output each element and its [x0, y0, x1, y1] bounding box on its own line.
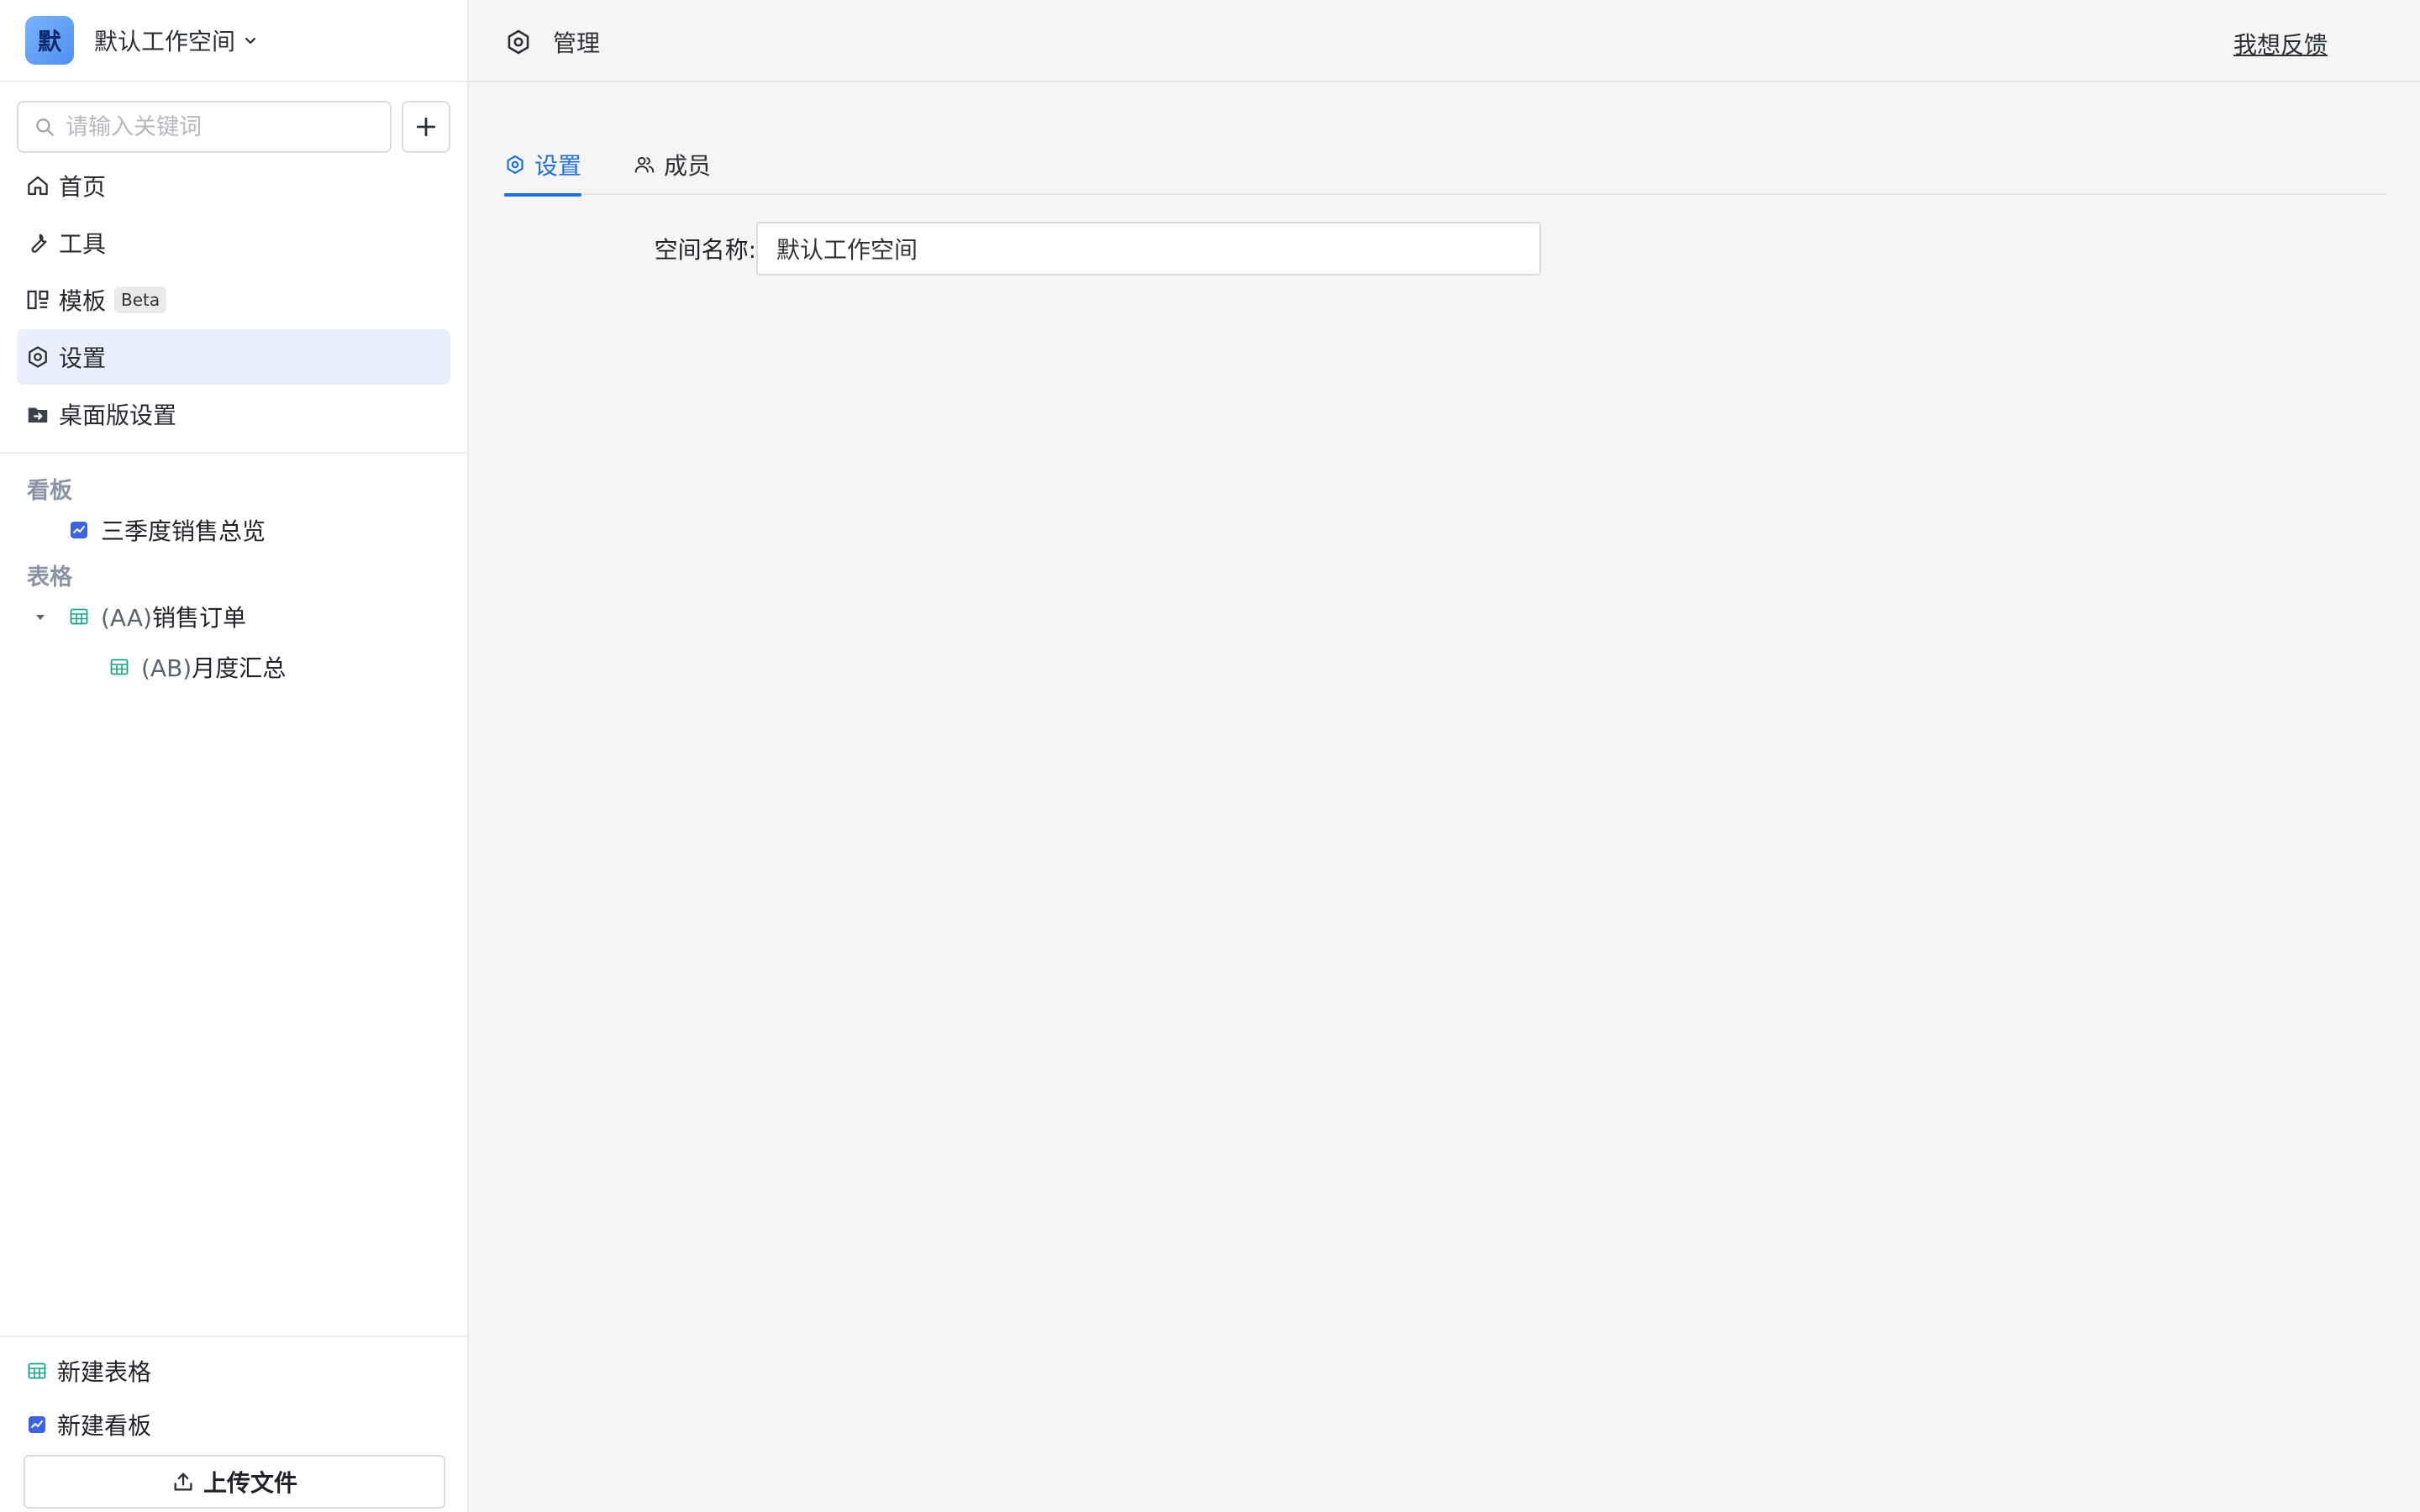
new-table-label: 新建表格: [57, 1358, 152, 1386]
workspace-switcher[interactable]: 默 默认工作空间: [0, 0, 467, 82]
tree-item-prefix: (AA): [101, 604, 152, 632]
main-content: 管理 我想反馈 设置 成员 空间名称:: [469, 0, 2420, 1512]
space-name-row: 空间名称:: [637, 222, 1541, 276]
upload-icon: [174, 1473, 192, 1491]
upload-file-button[interactable]: 上传文件: [24, 1455, 445, 1509]
sidebar-item-label: 模板: [59, 287, 107, 315]
page-title: 管理: [553, 29, 601, 57]
sidebar-item-label: 工具: [59, 230, 107, 258]
new-dashboard-button[interactable]: 新建看板: [24, 1398, 444, 1452]
sidebar-item-label: 首页: [59, 173, 107, 201]
home-icon: [28, 176, 48, 196]
section-title-dashboards: 看板: [27, 478, 72, 504]
tree-item-text: 销售订单: [151, 604, 246, 632]
feedback-link[interactable]: 我想反馈: [2233, 27, 2328, 60]
template-icon: [27, 290, 49, 310]
new-table-button[interactable]: 新建表格: [24, 1344, 444, 1398]
tab-settings[interactable]: 设置: [504, 134, 582, 197]
sidebar-item-label: 设置: [59, 344, 107, 372]
space-name-label: 空间名称:: [654, 236, 756, 264]
space-name-input[interactable]: [756, 222, 1541, 276]
table-icon: [110, 659, 129, 675]
sidebar: 默 默认工作空间 首页 工具 模板: [0, 0, 469, 1512]
tables-section: 表格 (AA)销售订单 (AB)月度汇总: [0, 555, 467, 692]
folder-arrow-icon: [28, 407, 48, 423]
gear-icon: [508, 29, 529, 55]
sidebar-item-tools[interactable]: 工具: [17, 215, 450, 270]
plus-icon: [416, 117, 436, 137]
tree-item-dashboard[interactable]: 三季度销售总览: [0, 505, 467, 555]
tab-label: 设置: [534, 152, 582, 180]
section-title-tables: 表格: [27, 564, 72, 591]
tree-item-prefix: (AB): [141, 654, 192, 682]
workspace-avatar: 默: [25, 16, 74, 65]
tab-bar: 设置 成员: [504, 134, 2386, 197]
tab-label: 成员: [664, 152, 712, 180]
new-dashboard-label: 新建看板: [57, 1412, 152, 1440]
chart-icon: [71, 522, 87, 538]
sidebar-item-settings[interactable]: 设置: [17, 329, 450, 385]
chart-icon: [29, 1416, 45, 1433]
tree-item-text: 月度汇总: [192, 654, 287, 682]
sidebar-item-label: 桌面版设置: [59, 402, 177, 429]
caret-down-icon[interactable]: [32, 608, 49, 625]
wrench-icon: [31, 234, 47, 253]
tree-item-label: 三季度销售总览: [101, 517, 266, 545]
tree-item-label: (AB)月度汇总: [141, 650, 286, 684]
search-icon: [36, 118, 54, 136]
sidebar-item-home[interactable]: 首页: [17, 158, 450, 213]
app-root: 默 默认工作空间 首页 工具 模板: [0, 0, 2420, 1512]
sidebar-item-templates[interactable]: 模板 Beta: [17, 272, 450, 328]
tree-item-label: (AA)销售订单: [101, 600, 246, 633]
tab-members[interactable]: 成员: [634, 134, 711, 195]
search-input[interactable]: [66, 113, 375, 140]
search-box: [17, 101, 392, 153]
search-row: [0, 82, 467, 153]
beta-badge: Beta: [114, 286, 167, 313]
tree-item-table-child[interactable]: (AB)月度汇总: [0, 642, 467, 692]
upload-file-label: 上传文件: [203, 1469, 297, 1497]
chevron-down-icon: [245, 37, 256, 45]
table-icon: [70, 608, 88, 625]
sidebar-footer: 新建表格 新建看板 上传文件: [0, 1336, 467, 1512]
table-icon: [28, 1362, 46, 1379]
top-bar: 管理 我想反馈: [469, 0, 2420, 82]
tree-item-table[interactable]: (AA)销售订单: [0, 591, 467, 642]
add-button[interactable]: [402, 101, 450, 153]
sidebar-item-desktop-settings[interactable]: 桌面版设置: [17, 386, 450, 442]
workspace-name: 默认工作空间: [94, 28, 236, 55]
gear-icon: [29, 346, 47, 368]
page-header: 管理: [504, 25, 600, 59]
dashboards-section: 看板 三季度销售总览: [0, 454, 467, 555]
gear-icon: [507, 155, 523, 175]
users-icon: [634, 156, 655, 173]
sidebar-nav: 首页 工具 模板 Beta 设置 桌面版设置: [0, 153, 467, 442]
